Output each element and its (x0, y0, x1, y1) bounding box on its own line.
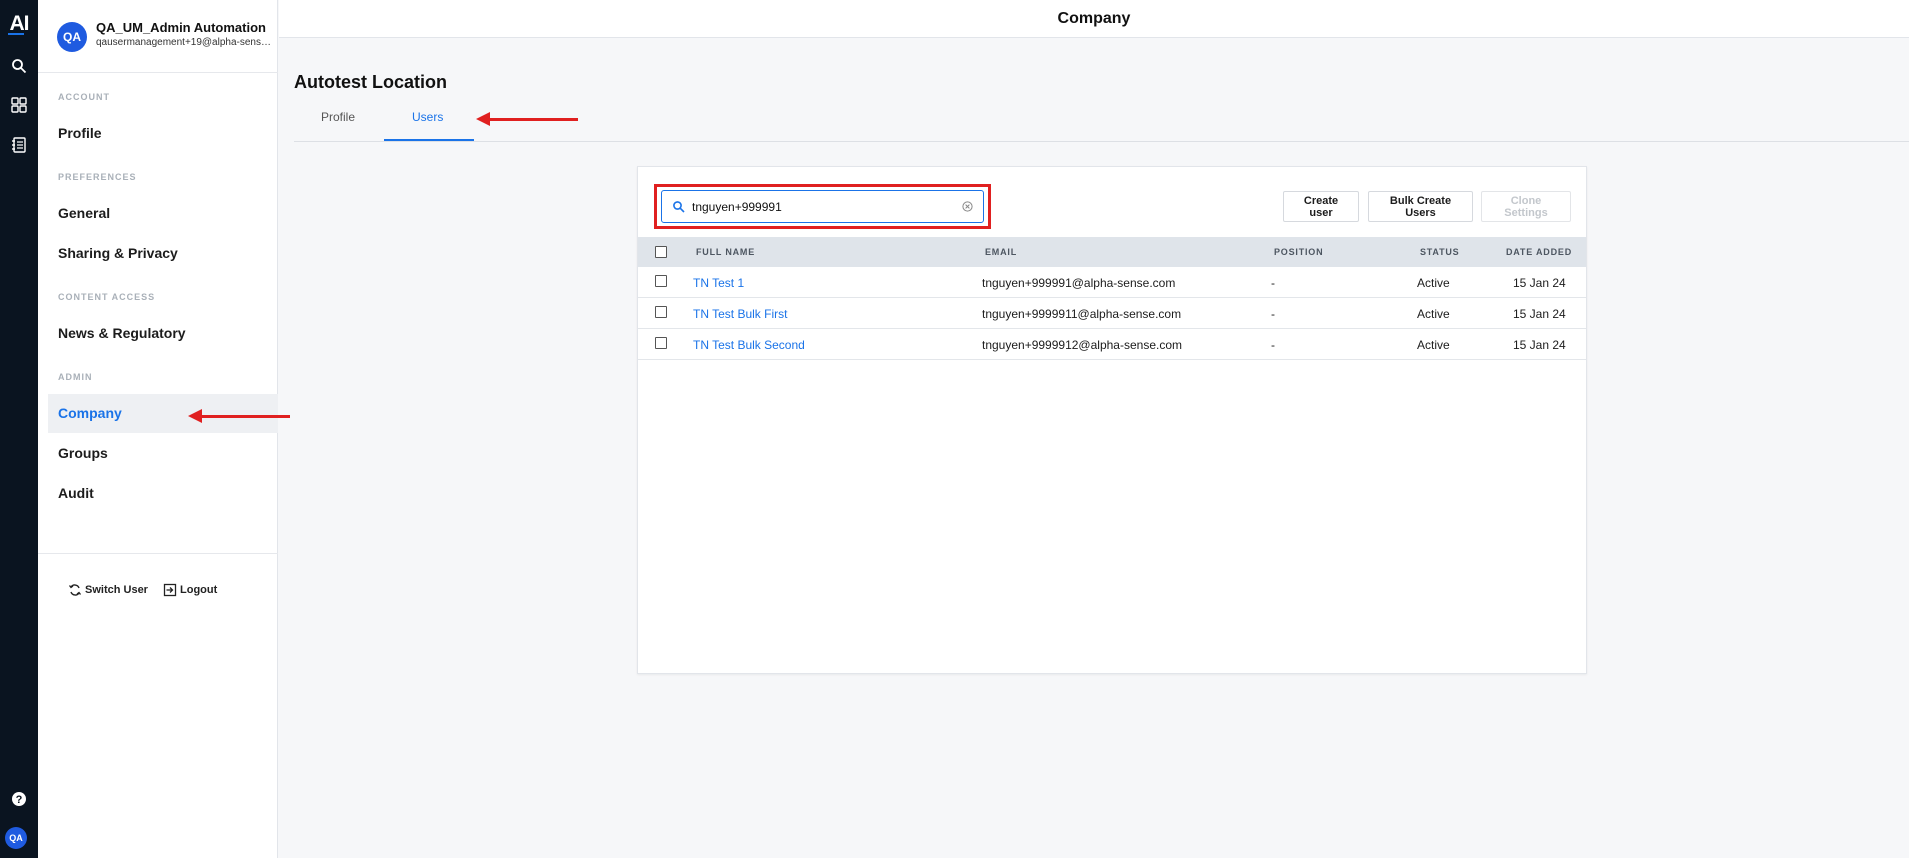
avatar: QA (57, 22, 87, 52)
settings-sidebar: QA QA_UM_Admin Automation qausermanageme… (38, 0, 278, 858)
search-field[interactable] (661, 190, 984, 223)
column-status[interactable]: STATUS (1420, 247, 1459, 257)
table-row[interactable]: TN Test 1 tnguyen+999991@alpha-sense.com… (638, 267, 1586, 298)
help-icon[interactable]: ? (7, 787, 31, 811)
user-date-added: 15 Jan 24 (1513, 338, 1566, 352)
user-position: - (1271, 307, 1275, 321)
app-rail: AI ? QA (0, 0, 38, 858)
header-title: Company (1057, 10, 1131, 27)
section-label-content-access: CONTENT ACCESS (58, 292, 156, 302)
user-email: qausermanagement+19@alpha-sense.com (96, 37, 274, 48)
user-name-link[interactable]: TN Test Bulk First (693, 307, 787, 321)
tab-users[interactable]: Users (412, 110, 443, 124)
dashboard-icon[interactable] (7, 93, 31, 117)
sidebar-item-groups[interactable]: Groups (58, 445, 108, 461)
user-status: Active (1417, 338, 1450, 352)
column-position[interactable]: POSITION (1274, 247, 1323, 257)
column-full-name[interactable]: FULL NAME (696, 247, 755, 257)
search-input[interactable] (692, 191, 952, 222)
sidebar-divider (38, 553, 278, 554)
svg-text:?: ? (16, 794, 23, 806)
row-checkbox[interactable] (655, 337, 667, 349)
search-icon[interactable] (7, 54, 31, 78)
section-label-admin: ADMIN (58, 372, 93, 382)
user-status: Active (1417, 307, 1450, 321)
column-date-added[interactable]: DATE ADDED (1506, 247, 1572, 257)
sidebar-item-audit[interactable]: Audit (58, 485, 94, 501)
annotation-arrow-company (188, 409, 290, 423)
search-icon (673, 201, 685, 213)
sidebar-item-general[interactable]: General (58, 205, 110, 221)
active-tab-indicator (384, 139, 474, 141)
sidebar-item-sharing-privacy[interactable]: Sharing & Privacy (58, 245, 178, 261)
sidebar-item-profile[interactable]: Profile (58, 125, 102, 141)
user-name-link[interactable]: TN Test Bulk Second (693, 338, 805, 352)
table-header: FULL NAME EMAIL POSITION STATUS DATE ADD… (638, 237, 1586, 267)
clone-settings-button[interactable]: Clone Settings (1481, 191, 1571, 222)
section-label-account: ACCOUNT (58, 92, 110, 102)
tab-profile[interactable]: Profile (321, 110, 355, 124)
page-title: Autotest Location (294, 72, 447, 92)
row-checkbox[interactable] (655, 275, 667, 287)
logout-icon (163, 583, 177, 597)
user-status: Active (1417, 276, 1450, 290)
user-header: QA QA_UM_Admin Automation qausermanageme… (38, 0, 278, 73)
notebook-icon[interactable] (7, 133, 31, 157)
user-name: QA_UM_Admin Automation (96, 20, 266, 35)
switch-user-label: Switch User (85, 584, 148, 596)
switch-user-icon (68, 584, 82, 596)
create-user-button[interactable]: Create user (1283, 191, 1359, 222)
user-name-link[interactable]: TN Test 1 (693, 276, 744, 290)
select-all-checkbox[interactable] (655, 246, 667, 258)
table-row[interactable]: TN Test Bulk First tnguyen+9999911@alpha… (638, 298, 1586, 329)
switch-user-button[interactable]: Switch User (68, 583, 148, 597)
user-email: tnguyen+999991@alpha-sense.com (982, 276, 1176, 290)
tabs-divider (294, 141, 1909, 142)
user-email: tnguyen+9999911@alpha-sense.com (982, 307, 1182, 321)
logout-button[interactable]: Logout (163, 583, 217, 597)
logout-label: Logout (180, 584, 218, 596)
bulk-create-users-button[interactable]: Bulk Create Users (1368, 191, 1473, 222)
top-header: Company (279, 0, 1909, 38)
column-email[interactable]: EMAIL (985, 247, 1017, 257)
logo-underline (8, 33, 24, 35)
user-email: tnguyen+9999912@alpha-sense.com (982, 338, 1182, 352)
row-checkbox[interactable] (655, 306, 667, 318)
user-position: - (1271, 338, 1275, 352)
sidebar-item-news-regulatory[interactable]: News & Regulatory (58, 325, 186, 341)
user-position: - (1271, 276, 1275, 290)
sidebar-item-company[interactable]: Company (58, 405, 122, 421)
users-card: Create user Bulk Create Users Clone Sett… (637, 166, 1587, 674)
table-row[interactable]: TN Test Bulk Second tnguyen+9999912@alph… (638, 329, 1586, 360)
user-date-added: 15 Jan 24 (1513, 307, 1566, 321)
annotation-arrow-users-tab (476, 112, 578, 126)
section-label-preferences: PREFERENCES (58, 172, 137, 182)
clear-search-icon[interactable] (962, 201, 973, 212)
user-date-added: 15 Jan 24 (1513, 276, 1566, 290)
rail-avatar[interactable]: QA (5, 827, 27, 849)
